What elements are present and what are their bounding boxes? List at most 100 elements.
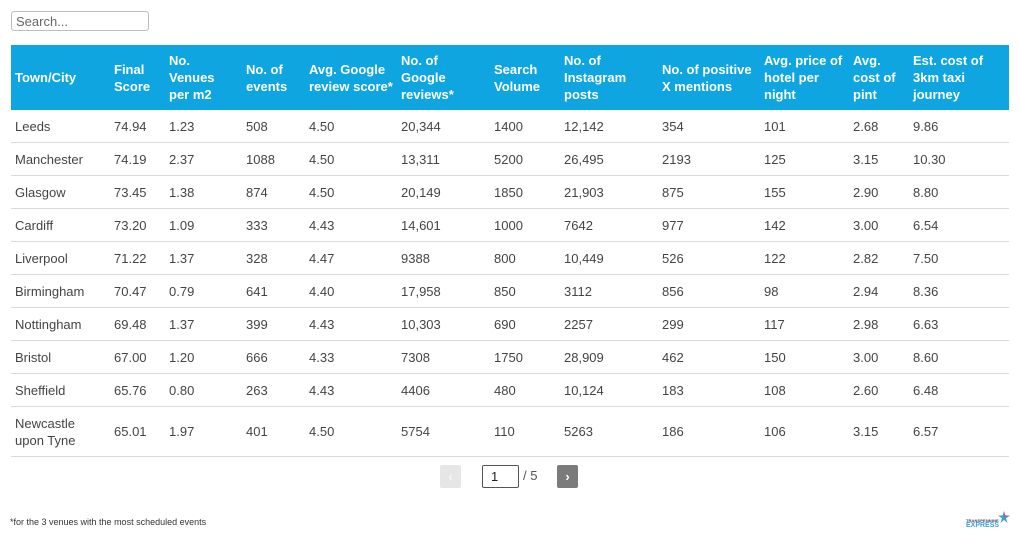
cell-town-city: Bristol [11,340,110,374]
cell-hotel-price: 155 [760,175,849,209]
table-row: Birmingham 70.47 0.79 641 4.40 17,958 850 3112 8… [11,274,1009,308]
cell-town-city: Nottingham [11,307,110,341]
cell-events: 333 [242,208,305,242]
transpennine-express-logo: TRANSPENNINE EXPRESS [966,511,1010,533]
cell-events: 508 [242,110,305,143]
cell-pint-cost: 2.60 [849,373,909,407]
cell-google-reviews: 20,344 [397,110,490,143]
cell-google-review-score: 4.43 [305,208,397,242]
cell-final-score: 73.45 [110,175,165,209]
column-header-instagram-posts[interactable]: No. of Instagram posts [560,45,658,110]
cell-google-review-score: 4.50 [305,406,397,457]
cell-venues-per-m2: 1.37 [165,307,242,341]
cell-taxi-cost: 9.86 [909,110,1009,143]
cell-x-mentions: 856 [658,274,760,308]
cell-hotel-price: 122 [760,241,849,275]
table-row: Sheffield 65.76 0.80 263 4.43 4406 480 10,124 18… [11,373,1009,407]
cell-town-city: Liverpool [11,241,110,275]
cell-google-reviews: 17,958 [397,274,490,308]
column-header-town-city[interactable]: Town/City [11,45,110,110]
column-header-google-review-score[interactable]: Avg. Google review score* [305,45,397,110]
column-header-events[interactable]: No. of events [242,45,305,110]
cell-x-mentions: 299 [658,307,760,341]
table-row: Nottingham 69.48 1.37 399 4.43 10,303 690 2257 2… [11,307,1009,341]
cell-google-reviews: 13,311 [397,142,490,176]
column-header-search-volume[interactable]: Search Volume [490,45,560,110]
cell-search-volume: 110 [490,406,560,457]
table-row: Glasgow 73.45 1.38 874 4.50 20,149 1850 21,903 8… [11,175,1009,209]
cell-venues-per-m2: 1.97 [165,406,242,457]
cell-taxi-cost: 8.60 [909,340,1009,374]
cell-pint-cost: 3.00 [849,340,909,374]
table-row: Leeds 74.94 1.23 508 4.50 20,344 1400 12,142 354… [11,110,1009,143]
cell-google-review-score: 4.40 [305,274,397,308]
table-row: Newcastle upon Tyne 65.01 1.97 401 4.50 5754 1… [11,406,1009,457]
cell-google-review-score: 4.50 [305,142,397,176]
column-header-final-score[interactable]: Final Score [110,45,165,110]
cell-search-volume: 1400 [490,110,560,143]
cell-pint-cost: 2.98 [849,307,909,341]
cell-hotel-price: 125 [760,142,849,176]
cell-taxi-cost: 7.50 [909,241,1009,275]
pagination: ‹ / 5 › [440,465,600,489]
cell-search-volume: 800 [490,241,560,275]
table-row: Manchester 74.19 2.37 1088 4.50 13,311 5200 26,… [11,142,1009,176]
cell-town-city: Manchester [11,142,110,176]
cell-pint-cost: 2.82 [849,241,909,275]
cell-taxi-cost: 10.30 [909,142,1009,176]
column-header-venues-per-m2[interactable]: No. Venues per m2 [165,45,242,110]
column-header-hotel-price[interactable]: Avg. price of hotel per night [760,45,849,110]
cell-town-city: Glasgow [11,175,110,209]
search-input[interactable] [11,11,149,31]
cell-instagram-posts: 12,142 [560,110,658,143]
cell-events: 328 [242,241,305,275]
cell-google-reviews: 10,303 [397,307,490,341]
cell-hotel-price: 117 [760,307,849,341]
cell-pint-cost: 3.00 [849,208,909,242]
cell-taxi-cost: 6.54 [909,208,1009,242]
cell-venues-per-m2: 1.23 [165,110,242,143]
column-header-pint-cost[interactable]: Avg. cost of pint [849,45,909,110]
cell-events: 666 [242,340,305,374]
column-header-google-reviews[interactable]: No. of Google reviews* [397,45,490,110]
cell-events: 874 [242,175,305,209]
cell-venues-per-m2: 0.79 [165,274,242,308]
cell-google-review-score: 4.47 [305,241,397,275]
cell-google-review-score: 4.50 [305,110,397,143]
cell-final-score: 65.01 [110,406,165,457]
cell-venues-per-m2: 1.38 [165,175,242,209]
cell-x-mentions: 977 [658,208,760,242]
cell-instagram-posts: 10,449 [560,241,658,275]
cell-instagram-posts: 2257 [560,307,658,341]
cell-pint-cost: 3.15 [849,142,909,176]
cell-x-mentions: 526 [658,241,760,275]
cell-google-review-score: 4.43 [305,307,397,341]
table-header-row: Town/City Final Score No. Venues per m2 … [11,45,1009,110]
cell-x-mentions: 2193 [658,142,760,176]
column-header-taxi-cost[interactable]: Est. cost of 3km taxi journey [909,45,1009,110]
table-row: Liverpool 71.22 1.37 328 4.47 9388 800 10,449 52… [11,241,1009,275]
cell-google-review-score: 4.33 [305,340,397,374]
prev-page-button[interactable]: ‹ [440,465,461,488]
cell-instagram-posts: 26,495 [560,142,658,176]
cell-x-mentions: 183 [658,373,760,407]
next-page-button[interactable]: › [557,465,578,488]
cell-hotel-price: 150 [760,340,849,374]
cell-instagram-posts: 5263 [560,406,658,457]
cell-google-review-score: 4.50 [305,175,397,209]
cell-venues-per-m2: 0.80 [165,373,242,407]
cell-town-city: Newcastle upon Tyne [11,406,110,457]
cell-town-city: Cardiff [11,208,110,242]
cell-search-volume: 850 [490,274,560,308]
cell-google-reviews: 14,601 [397,208,490,242]
column-header-x-mentions[interactable]: No. of positive X mentions [658,45,760,110]
cell-hotel-price: 101 [760,110,849,143]
table-row: Bristol 67.00 1.20 666 4.33 7308 1750 28,909 462… [11,340,1009,374]
cell-instagram-posts: 21,903 [560,175,658,209]
cell-x-mentions: 186 [658,406,760,457]
page-number-input[interactable] [482,465,519,488]
cell-town-city: Sheffield [11,373,110,407]
cell-taxi-cost: 6.63 [909,307,1009,341]
cell-town-city: Birmingham [11,274,110,308]
cell-search-volume: 690 [490,307,560,341]
